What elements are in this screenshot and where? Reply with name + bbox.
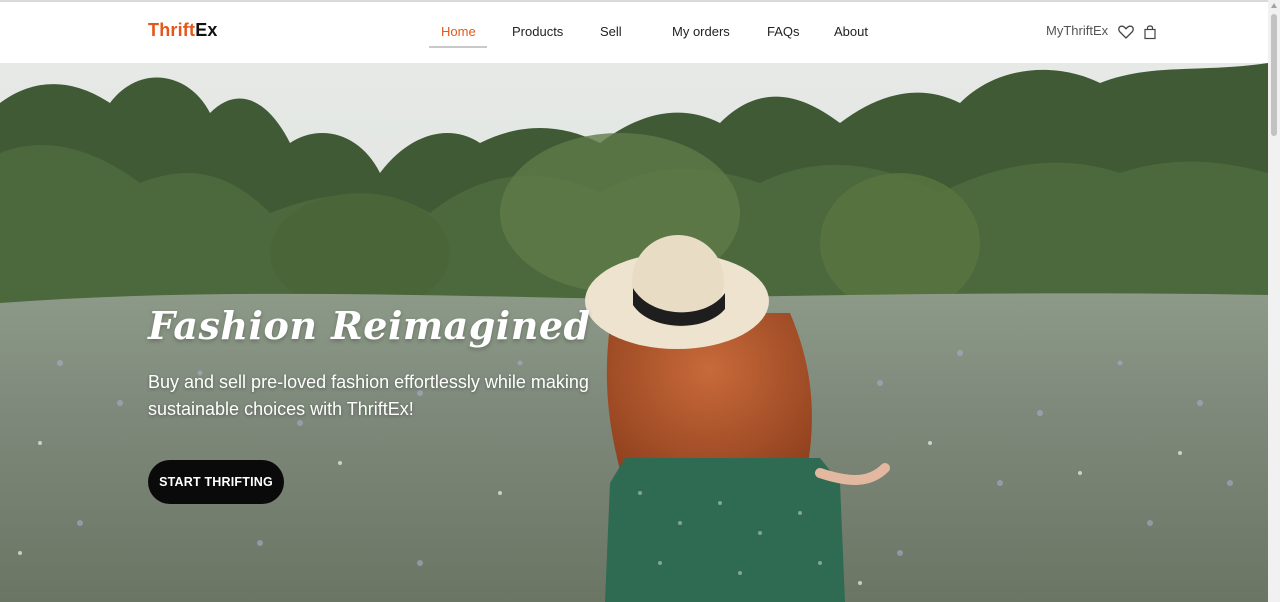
shopping-bag-icon[interactable]	[1141, 23, 1159, 41]
hero-banner: Fashion Reimagined Buy and sell pre-love…	[0, 63, 1268, 602]
nav-item-home[interactable]: Home	[441, 24, 476, 39]
account-link[interactable]: MyThriftEx	[1046, 23, 1108, 38]
hero-title: Fashion Reimagined	[148, 303, 591, 348]
nav-item-my-orders[interactable]: My orders	[672, 24, 730, 39]
nav-item-sell[interactable]: Sell	[600, 24, 622, 39]
nav-item-products[interactable]: Products	[512, 24, 563, 39]
nav-item-faqs[interactable]: FAQs	[767, 24, 800, 39]
scroll-up-arrow-icon[interactable]	[1271, 3, 1277, 8]
start-thrifting-button[interactable]: START THRIFTING	[148, 460, 284, 504]
heart-icon[interactable]	[1117, 23, 1135, 41]
hero-subtitle: Buy and sell pre-loved fashion effortles…	[148, 372, 589, 419]
nav-item-about[interactable]: About	[834, 24, 868, 39]
site-header: ThriftEx Home Products Sell My orders FA…	[0, 2, 1268, 63]
page-scrollbar[interactable]	[1268, 0, 1280, 602]
scrollbar-thumb[interactable]	[1271, 14, 1277, 136]
active-nav-underline	[429, 46, 487, 48]
